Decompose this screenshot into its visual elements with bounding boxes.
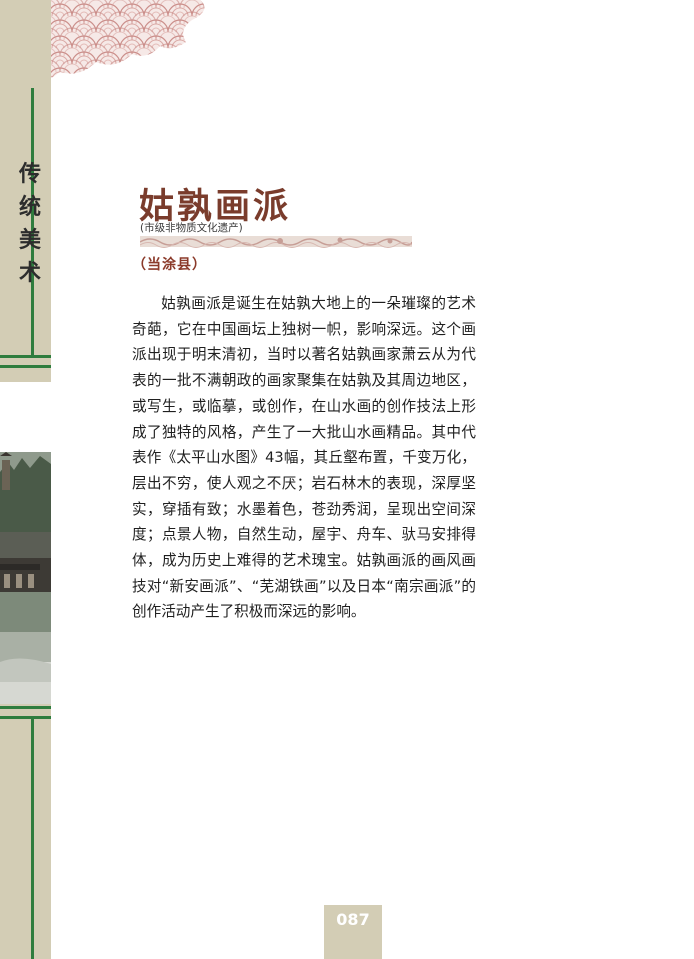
- ornamental-divider: [140, 236, 412, 248]
- landscape-photo: [0, 382, 51, 704]
- green-rule-horizontal-4: [0, 716, 51, 719]
- green-rule-horizontal-2: [0, 365, 51, 368]
- green-rule-vertical-bottom: [31, 716, 34, 959]
- location-label: （当涂县）: [132, 257, 207, 273]
- section-title: 传统美术: [18, 161, 41, 286]
- green-rule-horizontal-1: [0, 355, 51, 358]
- page-number: 087: [336, 910, 370, 929]
- green-rule-horizontal-3: [0, 706, 51, 709]
- article-body: 姑孰画派是诞生在姑孰大地上的一朵璀璨的艺术奇葩，它在中国画坛上独树一帜，影响深远…: [132, 295, 476, 621]
